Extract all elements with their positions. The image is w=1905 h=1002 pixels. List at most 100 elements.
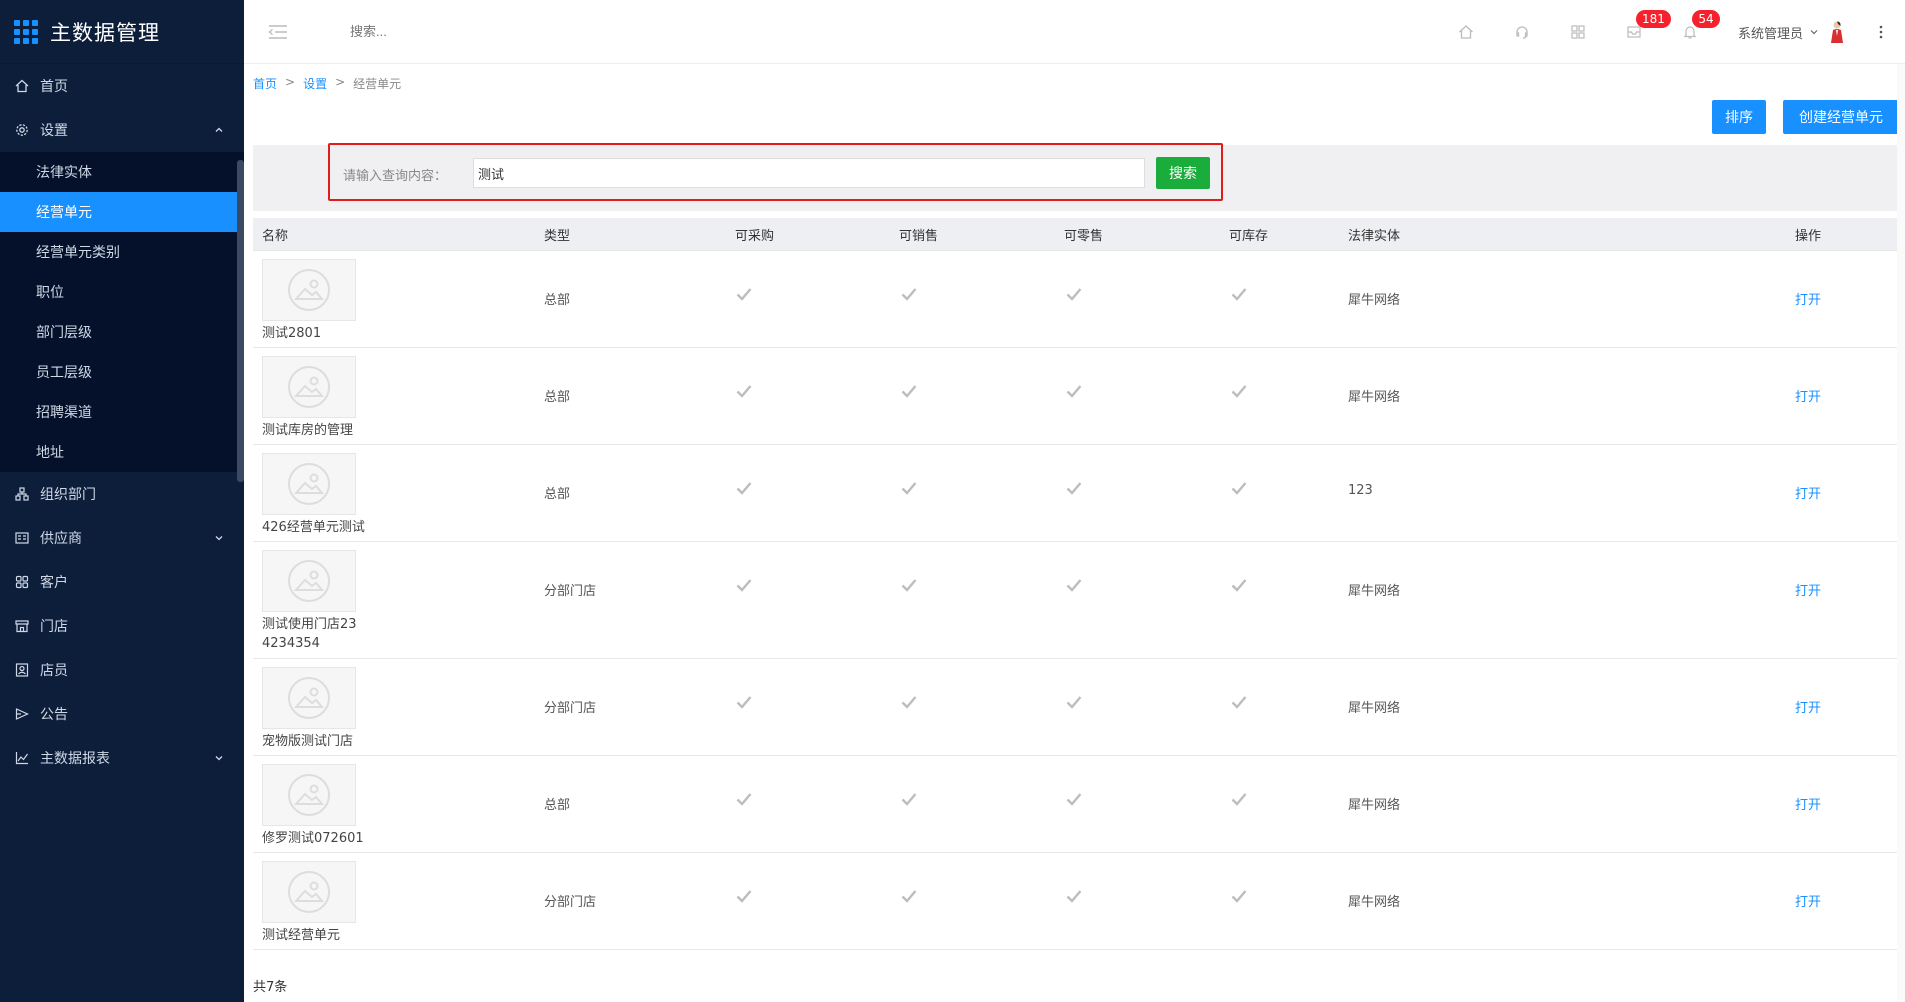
check-icon xyxy=(1231,287,1247,301)
sidebar-item-settings[interactable]: 设置 xyxy=(0,108,244,152)
unit-name: 426经营单元测试 xyxy=(262,520,365,535)
table-header: 名称 类型 可采购 可销售 可零售 可库存 法律实体 操作 xyxy=(253,218,1898,251)
open-link[interactable]: 打开 xyxy=(1795,580,1821,599)
sidebar-item-announcement[interactable]: 公告 xyxy=(0,692,244,736)
business-unit-table: 名称 类型 可采购 可销售 可零售 可库存 法律实体 操作 测试2801 总部 犀牛… xyxy=(253,218,1898,950)
open-link[interactable]: 打开 xyxy=(1795,794,1821,813)
user-menu[interactable]: 系统管理员 xyxy=(1738,20,1847,44)
store-icon xyxy=(14,618,30,634)
col-header-retail: 可零售 xyxy=(1064,228,1104,244)
check-icon xyxy=(736,287,752,301)
apps-shortcut[interactable] xyxy=(1550,0,1606,64)
check-icon xyxy=(901,384,917,398)
sidebar: 主数据管理 首页 设置 法律实体 经营单元 经营单元类别 职位 部门层级 员工层… xyxy=(0,0,244,1002)
sidebar-subitem-legal-entity[interactable]: 法律实体 xyxy=(0,152,244,192)
clerk-icon xyxy=(14,662,30,678)
check-icon xyxy=(1066,287,1082,301)
search-input[interactable]: 测试 xyxy=(473,158,1145,188)
open-link[interactable]: 打开 xyxy=(1795,289,1821,308)
unit-name: 测试使用门店234234354 xyxy=(262,617,357,651)
sidebar-item-report[interactable]: 主数据报表 xyxy=(0,736,244,780)
apps-grid-icon xyxy=(1571,25,1585,39)
sidebar-subitem-staff-level[interactable]: 员工层级 xyxy=(0,352,244,392)
unit-name: 修罗测试072601 xyxy=(262,831,364,846)
open-link[interactable]: 打开 xyxy=(1795,386,1821,405)
legal-entity: 犀牛网络 xyxy=(1348,293,1401,308)
unit-name: 测试2801 xyxy=(262,326,322,341)
sidebar-item-label: 首页 xyxy=(40,79,68,95)
legal-entity: 123 xyxy=(1348,483,1373,498)
support-shortcut[interactable] xyxy=(1494,0,1550,64)
check-icon xyxy=(736,792,752,806)
home-icon xyxy=(1459,25,1473,39)
col-header-stock: 可库存 xyxy=(1229,228,1269,244)
chart-line-icon xyxy=(14,750,30,766)
sidebar-item-label: 店员 xyxy=(40,663,68,679)
sidebar-subitem-business-unit[interactable]: 经营单元 xyxy=(0,192,244,232)
breadcrumb-home[interactable]: 首页 xyxy=(253,75,277,92)
sidebar-scrollbar[interactable] xyxy=(237,160,244,482)
sidebar-item-customer[interactable]: 客户 xyxy=(0,560,244,604)
unit-name: 测试经营单元 xyxy=(262,928,341,943)
check-icon xyxy=(901,695,917,709)
sidebar-item-label: 门店 xyxy=(40,619,68,635)
search-label: 请输入查询内容： xyxy=(343,169,448,184)
announce-icon xyxy=(14,706,30,722)
messages-button[interactable]: 181 xyxy=(1606,0,1671,64)
more-options-icon[interactable] xyxy=(1869,20,1893,44)
check-icon xyxy=(736,889,752,903)
sidebar-subitem-address[interactable]: 地址 xyxy=(0,432,244,472)
sort-button[interactable]: 排序 xyxy=(1712,100,1766,134)
breadcrumb: 首页 > 设置 > 经营单元 xyxy=(253,75,401,92)
brand[interactable]: 主数据管理 xyxy=(0,0,244,64)
legal-entity: 犀牛网络 xyxy=(1348,798,1401,813)
sidebar-subitem-business-unit-category[interactable]: 经营单元类别 xyxy=(0,232,244,272)
check-icon xyxy=(1231,695,1247,709)
customer-icon xyxy=(14,574,30,590)
sidebar-item-label: 供应商 xyxy=(40,531,82,547)
check-icon xyxy=(736,384,752,398)
check-icon xyxy=(736,578,752,592)
sidebar-item-home[interactable]: 首页 xyxy=(0,64,244,108)
gear-icon xyxy=(14,122,30,138)
home-shortcut[interactable] xyxy=(1438,0,1494,64)
sidebar-subitem-dept-level[interactable]: 部门层级 xyxy=(0,312,244,352)
unit-type: 总部 xyxy=(544,293,571,308)
legal-entity: 犀牛网络 xyxy=(1348,895,1401,910)
sidebar-item-clerk[interactable]: 店员 xyxy=(0,648,244,692)
unit-name: 宠物版测试门店 xyxy=(262,734,354,749)
global-search-input[interactable] xyxy=(350,24,550,39)
check-icon xyxy=(901,481,917,495)
breadcrumb-settings[interactable]: 设置 xyxy=(303,75,327,92)
notifications-button[interactable]: 54 xyxy=(1662,0,1720,64)
col-header-legal-entity: 法律实体 xyxy=(1348,228,1401,244)
sidebar-item-store[interactable]: 门店 xyxy=(0,604,244,648)
unit-image-placeholder-icon xyxy=(262,453,356,515)
create-business-unit-button[interactable]: 创建经营单元 xyxy=(1783,100,1899,134)
check-icon xyxy=(1066,792,1082,806)
search-button[interactable]: 搜索 xyxy=(1156,157,1210,189)
sidebar-item-label: 主数据报表 xyxy=(40,751,110,767)
check-icon xyxy=(901,792,917,806)
chevron-down-icon xyxy=(1810,30,1818,35)
menu-collapse-icon[interactable] xyxy=(266,22,290,42)
breadcrumb-separator: > xyxy=(335,75,346,89)
page-scrollbar[interactable] xyxy=(1897,64,1905,1002)
open-link[interactable]: 打开 xyxy=(1795,697,1821,716)
sidebar-item-org[interactable]: 组织部门 xyxy=(0,472,244,516)
check-icon xyxy=(736,481,752,495)
open-link[interactable]: 打开 xyxy=(1795,483,1821,502)
sidebar-item-supplier[interactable]: 供应商 xyxy=(0,516,244,560)
sidebar-item-label: 公告 xyxy=(40,707,68,723)
unit-image-placeholder-icon xyxy=(262,861,356,923)
sidebar-subitem-position[interactable]: 职位 xyxy=(0,272,244,312)
sidebar-subitem-recruit-channel[interactable]: 招聘渠道 xyxy=(0,392,244,432)
open-link[interactable]: 打开 xyxy=(1795,891,1821,910)
check-icon xyxy=(901,578,917,592)
unit-type: 总部 xyxy=(544,487,571,502)
sidebar-item-label: 组织部门 xyxy=(40,487,96,503)
avatar xyxy=(1831,21,1843,43)
table-row: 测试库房的管理 总部 犀牛网络 打开 xyxy=(253,348,1898,445)
unit-type: 分部门店 xyxy=(544,701,597,716)
col-header-sellable: 可销售 xyxy=(899,228,939,244)
